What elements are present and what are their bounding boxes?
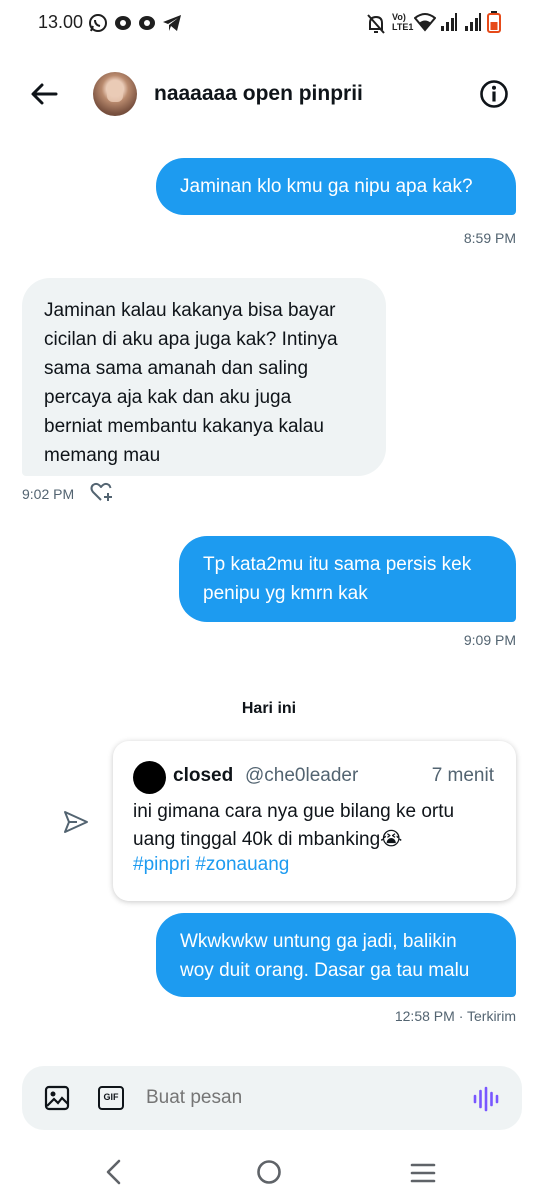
quoted-post-avatar xyxy=(133,761,166,794)
quoted-post-line: ini gimana cara nya gue bilang ke ortu xyxy=(133,801,455,822)
message-line: sama sama amanah dan saling xyxy=(44,358,309,379)
message-composer: GIF xyxy=(22,1066,522,1130)
image-icon[interactable] xyxy=(44,1085,70,1111)
message-bubble-outgoing[interactable]: Wkwkwkw untung ga jadi, balikin woy duit… xyxy=(156,913,516,997)
send-icon[interactable] xyxy=(62,808,90,836)
signal-icon xyxy=(465,13,481,31)
status-time: 13.00 xyxy=(38,12,84,32)
message-input[interactable] xyxy=(146,1087,446,1109)
message-line: berniat membantu kakanya kalau xyxy=(44,416,324,437)
app-icon xyxy=(115,16,131,30)
nav-back-icon[interactable] xyxy=(102,1158,126,1186)
battery-icon xyxy=(487,11,501,33)
wifi-icon xyxy=(414,13,436,32)
nav-menu-icon[interactable] xyxy=(410,1162,436,1184)
message-line: cicilan di aku apa juga kak? Intinya xyxy=(44,329,338,350)
info-icon[interactable] xyxy=(479,79,509,109)
quoted-post-hashtags[interactable]: #pinpri #zonauang xyxy=(133,854,289,876)
message-line: memang mau xyxy=(44,445,161,466)
status-bar: 13.00 Vo) LTE1 xyxy=(0,0,538,48)
quoted-post-text: ini gimana cara nya gue bilang ke ortu u… xyxy=(133,798,503,854)
page-title[interactable]: naaaaaa open pinprii xyxy=(154,82,363,106)
message-bubble-outgoing[interactable]: Tp kata2mu itu sama persis kek penipu yg… xyxy=(179,536,516,622)
gif-icon[interactable]: GIF xyxy=(98,1086,124,1110)
quoted-post-card[interactable]: closed @che0leader 7 menit ini gimana ca… xyxy=(113,741,516,901)
message-status: 12:58 PM · Terkirim xyxy=(395,1008,516,1024)
voice-icon[interactable] xyxy=(472,1085,500,1113)
message-timestamp: 9:02 PM xyxy=(22,486,75,502)
quoted-post-name: closed xyxy=(173,765,234,786)
message-line: penipu yg kmrn kak xyxy=(203,583,368,604)
message-timestamp: 12:58 PM xyxy=(394,1008,455,1024)
avatar[interactable] xyxy=(93,72,137,116)
day-separator: Hari ini xyxy=(241,700,297,717)
telegram-icon xyxy=(163,15,181,31)
message-timestamp: 8:59 PM xyxy=(463,230,516,246)
network-label: Vo) LTE1 xyxy=(392,12,414,32)
bell-off-icon xyxy=(367,14,385,34)
app-icon xyxy=(139,16,155,30)
heart-plus-icon[interactable] xyxy=(90,481,114,503)
nav-home-icon[interactable] xyxy=(256,1159,282,1185)
message-line: Wkwkwkw untung ga jadi, balikin xyxy=(180,931,457,952)
message-line: Jaminan kalau kakanya bisa bayar xyxy=(44,300,336,321)
quoted-post-time: 7 menit xyxy=(431,765,494,786)
message-bubble-outgoing[interactable]: Jaminan klo kmu ga nipu apa kak? xyxy=(156,158,516,215)
whatsapp-icon xyxy=(89,14,107,32)
message-line: woy duit orang. Dasar ga tau malu xyxy=(180,960,470,981)
quoted-post-handle: @che0leader xyxy=(245,765,359,786)
sent-status: Terkirim xyxy=(467,1008,516,1024)
message-timestamp: 9:09 PM xyxy=(463,632,516,648)
quoted-post-line: uang tinggal 40k di mbanking😭 xyxy=(133,829,403,850)
separator-dot: · xyxy=(458,1008,467,1024)
gif-label: GIF xyxy=(103,1092,119,1102)
message-line: percaya aja kak dan aku juga xyxy=(44,387,292,408)
message-text: Jaminan klo kmu ga nipu apa kak? xyxy=(180,176,473,197)
signal-icon xyxy=(441,13,457,31)
message-line: Tp kata2mu itu sama persis kek xyxy=(203,554,472,575)
back-arrow-icon[interactable] xyxy=(28,78,60,110)
message-bubble-incoming[interactable]: Jaminan kalau kakanya bisa bayar cicilan… xyxy=(22,278,386,476)
